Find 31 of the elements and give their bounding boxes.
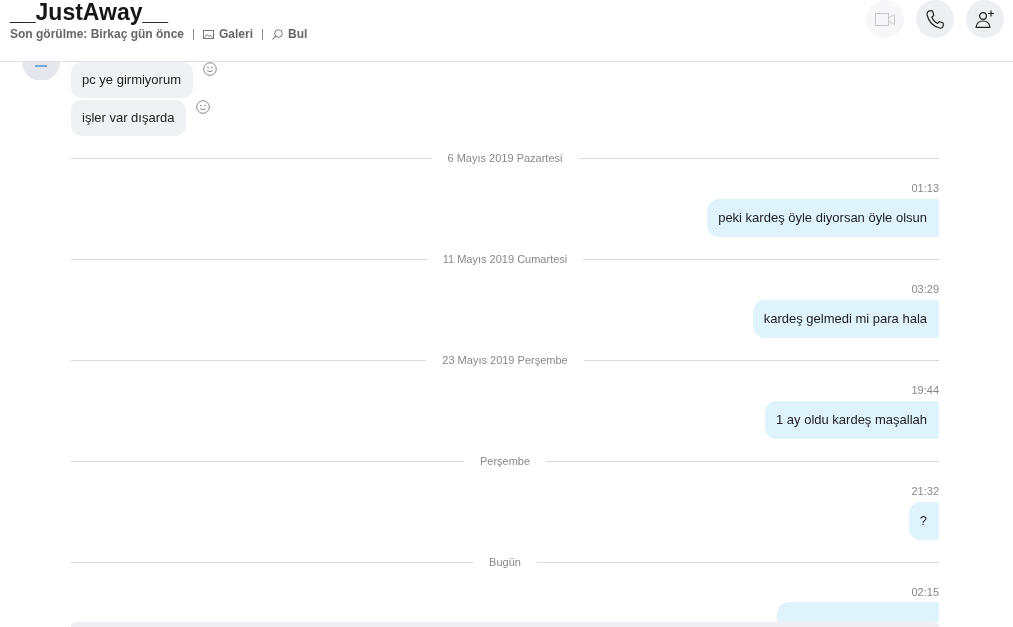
message-time: 21:32 (911, 484, 939, 499)
search-link[interactable]: Bul (272, 26, 308, 42)
message-bubble: ? (908, 502, 939, 540)
date-separator: Perşembe (479, 454, 531, 469)
message-bubble: 1 ay oldu kardeş maşallah (764, 401, 939, 439)
smiley-icon[interactable] (202, 62, 217, 76)
add-person-icon (975, 10, 995, 28)
message-time: 19:44 (911, 383, 939, 398)
contact-name: __JustAway__ (10, 0, 170, 24)
avatar-icon[interactable] (22, 62, 60, 80)
message-bubble: kardeş gelmedi mi para hala (752, 300, 939, 338)
date-separator: Bugün (489, 555, 521, 570)
search-icon (272, 28, 284, 40)
video-camera-icon (875, 12, 895, 26)
add-person-button[interactable] (966, 0, 1004, 38)
message-time: 02:15 (911, 585, 939, 600)
date-separator: 23 Mayıs 2019 Perşembe (442, 353, 568, 368)
image-icon (203, 29, 215, 39)
message-bubble: peki kardeş öyle diyorsan öyle olsun (707, 199, 939, 237)
gallery-link[interactable]: Galeri (203, 26, 254, 42)
date-separator: 11 Mayıs 2019 Cumartesi (442, 252, 568, 267)
message-time: 03:29 (911, 282, 939, 297)
message-bubble: işler var dışarda (71, 100, 187, 136)
phone-icon (926, 9, 944, 29)
message-time: 01:13 (911, 181, 939, 196)
date-separator: 6 Mayıs 2019 Pazartesi (447, 151, 563, 166)
message-field[interactable] (71, 622, 939, 627)
last-seen-status: Son görülme: Birkaç gün önce (10, 26, 185, 42)
message-bubble: pc ye girmiyorum (71, 62, 193, 98)
call-button[interactable] (916, 0, 954, 38)
smiley-icon[interactable] (196, 100, 211, 114)
